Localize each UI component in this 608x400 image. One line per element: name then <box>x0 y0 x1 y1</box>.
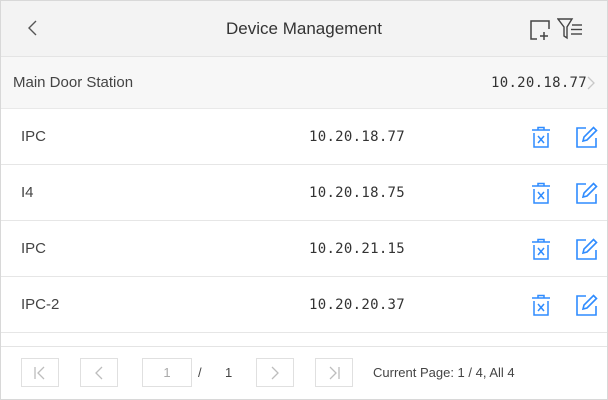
main-station-ip: 10.20.18.77 <box>491 74 588 91</box>
first-page-icon <box>34 366 45 379</box>
page-separator: / <box>198 365 202 380</box>
next-page-button[interactable] <box>256 358 294 387</box>
filter-icon[interactable] <box>557 17 583 41</box>
page-number-input[interactable]: 1 <box>142 358 192 387</box>
delete-icon[interactable] <box>531 182 551 204</box>
device-ip: 10.20.21.15 <box>309 240 406 257</box>
page-title: Device Management <box>226 19 382 38</box>
delete-icon[interactable] <box>531 126 551 148</box>
device-name: I4 <box>21 184 34 201</box>
device-ip: 10.20.18.75 <box>309 184 406 201</box>
pagination-bar: 1 / 1 Current Page: 1 / 4, All 4 <box>1 346 607 399</box>
page-status-text: Current Page: 1 / 4, All 4 <box>373 365 515 380</box>
device-row: I4 10.20.18.75 <box>1 165 607 221</box>
first-page-button[interactable] <box>21 358 59 387</box>
main-door-station-row[interactable]: Main Door Station 10.20.18.77 <box>1 57 607 109</box>
delete-icon[interactable] <box>531 238 551 260</box>
device-name: IPC <box>21 128 47 145</box>
edit-icon[interactable] <box>575 125 599 149</box>
last-page-button[interactable] <box>315 358 353 387</box>
chevron-right-icon <box>587 76 595 90</box>
total-pages: 1 <box>225 365 233 380</box>
delete-icon[interactable] <box>531 294 551 316</box>
edit-icon[interactable] <box>575 237 599 261</box>
edit-icon[interactable] <box>575 293 599 317</box>
device-ip: 10.20.20.37 <box>309 296 406 313</box>
device-row: IPC 10.20.18.77 <box>1 109 607 165</box>
title-bar: Device Management <box>1 1 607 57</box>
device-ip: 10.20.18.77 <box>309 128 406 145</box>
device-row: IPC 10.20.21.15 <box>1 221 607 277</box>
chevron-left-icon <box>95 366 103 379</box>
main-station-name: Main Door Station <box>13 74 134 91</box>
device-row: IPC-2 10.20.20.37 <box>1 277 607 333</box>
last-page-icon <box>329 366 340 379</box>
device-name: IPC-2 <box>21 296 60 313</box>
prev-page-button[interactable] <box>80 358 118 387</box>
device-management-screen: Device Management Main Door Station 10.2… <box>0 0 608 400</box>
chevron-right-icon <box>271 366 279 379</box>
edit-icon[interactable] <box>575 181 599 205</box>
add-device-icon[interactable] <box>529 19 551 41</box>
device-name: IPC <box>21 240 47 257</box>
